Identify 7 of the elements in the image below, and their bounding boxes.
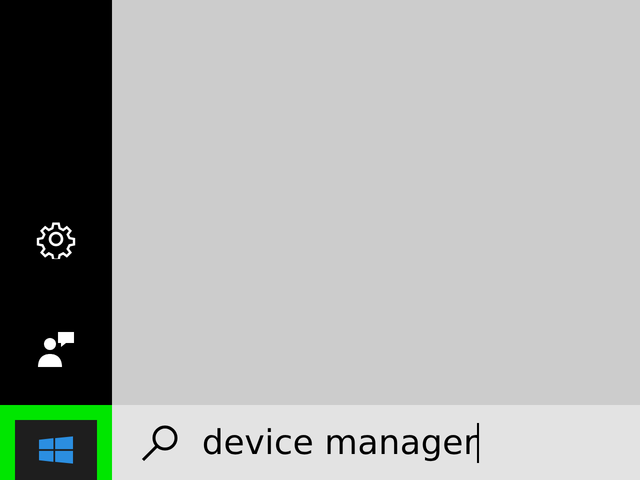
text-cursor — [477, 422, 480, 462]
search-icon — [140, 422, 180, 462]
windows-logo-icon — [39, 436, 73, 464]
start-button[interactable] — [15, 420, 97, 480]
search-text: device manager — [202, 422, 478, 462]
search-box[interactable]: device manager — [112, 405, 640, 480]
person-feedback-icon[interactable] — [36, 329, 76, 369]
